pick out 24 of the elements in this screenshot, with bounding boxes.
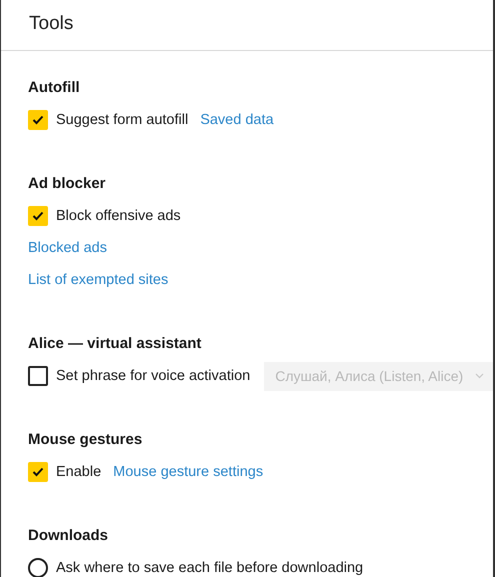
- section-link[interactable]: Blocked ads: [28, 240, 107, 256]
- checkbox[interactable]: [28, 366, 48, 386]
- section-heading: Ad blocker: [28, 174, 107, 194]
- section-heading: Autofill: [28, 78, 81, 98]
- section-link[interactable]: List of exempted sites: [28, 272, 168, 288]
- check-icon: [32, 115, 44, 125]
- check-icon: [32, 211, 44, 221]
- section-heading: Alice — virtual assistant: [28, 334, 202, 354]
- checkbox-label: Enable: [56, 464, 102, 480]
- checkbox[interactable]: [28, 462, 48, 482]
- checkbox-label: Set phrase for voice activation: [56, 368, 250, 384]
- radio-button[interactable]: [28, 558, 48, 577]
- settings-link[interactable]: Mouse gesture settings: [113, 464, 264, 480]
- checkbox[interactable]: [28, 110, 48, 130]
- checkbox-label: Suggest form autofill: [56, 112, 188, 128]
- chevron-down-icon: [475, 373, 484, 379]
- settings-link[interactable]: Saved data: [200, 112, 274, 128]
- section-heading: Downloads: [28, 526, 110, 546]
- check-icon: [32, 467, 44, 477]
- radio-label: Ask where to save each file before downloading: [56, 560, 364, 576]
- window-title: Tools: [29, 13, 74, 35]
- checkbox[interactable]: [28, 206, 48, 226]
- section-heading: Mouse gestures: [28, 430, 144, 450]
- checkbox-label: Block offensive ads: [56, 208, 181, 224]
